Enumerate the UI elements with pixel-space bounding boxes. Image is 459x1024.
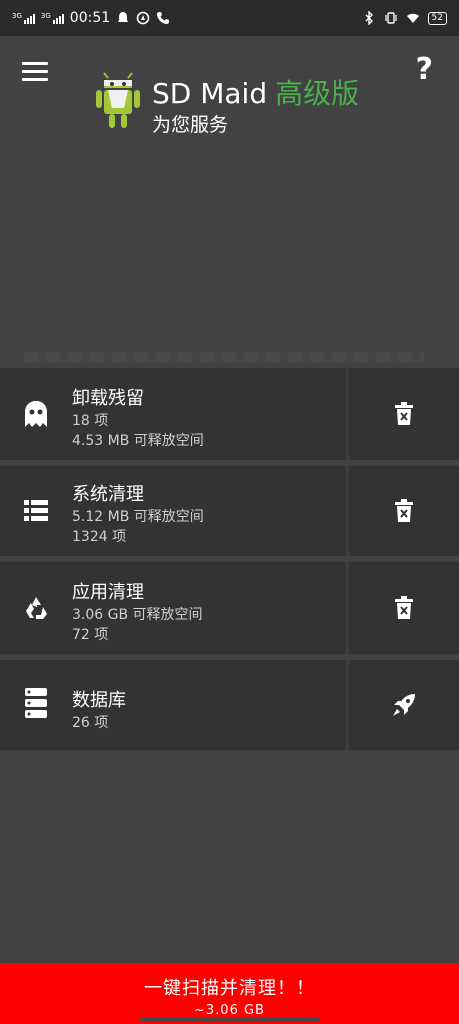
- tool-name: 系统清理: [72, 484, 144, 505]
- tool-count: 1324 项: [72, 529, 127, 545]
- bluetooth-icon: [365, 11, 373, 25]
- tool-name: 应用清理: [72, 582, 144, 603]
- status-bar: 3G 3G 00:51 52: [0, 0, 459, 36]
- tool-name: 数据库: [72, 690, 126, 711]
- signal-icon: 3G: [12, 12, 35, 24]
- tool-row-appcleaner: 应用清理 3.06 GB 可释放空间 72 项: [0, 562, 459, 654]
- trash-icon: [395, 402, 413, 425]
- wifi-icon: [406, 13, 419, 23]
- navigation-handle[interactable]: [140, 1018, 320, 1022]
- delete-button[interactable]: [349, 368, 459, 460]
- scan-and-clean-button[interactable]: 一键扫描并清理！！ ~3.06 GB: [0, 963, 459, 1024]
- edition-label: 高级版: [275, 77, 360, 110]
- tool-row-systemcleaner: 系统清理 5.12 MB 可释放空间 1324 项: [0, 466, 459, 556]
- list-icon: [22, 497, 50, 525]
- tool-corpsefinder[interactable]: 卸载残留 18 项 4.53 MB 可释放空间: [0, 368, 346, 460]
- scan-size: ~3.06 GB: [194, 1003, 265, 1018]
- ghost-icon: [22, 400, 50, 428]
- optimize-button[interactable]: [349, 660, 459, 750]
- menu-icon: [22, 62, 48, 65]
- battery-icon: 52: [427, 11, 447, 25]
- tool-systemcleaner[interactable]: 系统清理 5.12 MB 可释放空间 1324 项: [0, 466, 346, 556]
- vpn-icon: [136, 11, 150, 25]
- app-logo-icon: [96, 72, 140, 128]
- tool-row-databases: 数据库 26 项: [0, 660, 459, 750]
- status-left: 3G 3G 00:51: [12, 10, 170, 26]
- tool-appcleaner[interactable]: 应用清理 3.06 GB 可释放空间 72 项: [0, 562, 346, 654]
- trash-icon: [395, 499, 413, 522]
- vibrate-icon: [384, 12, 397, 24]
- tool-size: 3.06 GB 可释放空间: [72, 607, 203, 623]
- app-title: SD Maid 高级版: [152, 72, 359, 112]
- call-icon: [157, 12, 170, 24]
- tool-count: 72 项: [72, 627, 109, 643]
- scan-label: 一键扫描并清理！！: [144, 978, 315, 999]
- tool-size: 4.53 MB 可释放空间: [72, 433, 204, 449]
- menu-button[interactable]: [22, 62, 48, 82]
- tool-count: 18 项: [72, 413, 109, 429]
- tool-databases[interactable]: 数据库 26 项: [0, 660, 346, 750]
- recycle-icon: [22, 594, 50, 622]
- app-header: SD Maid 高级版 为您服务 ?: [0, 36, 459, 146]
- delete-button[interactable]: [349, 466, 459, 556]
- signal-icon: 3G: [41, 12, 64, 24]
- tool-count: 26 项: [72, 715, 109, 731]
- background-shadow: [24, 352, 424, 362]
- tool-name: 卸载残留: [72, 388, 144, 409]
- status-right: 52: [362, 11, 447, 25]
- app-name: SD Maid: [152, 77, 268, 110]
- app-subtitle: 为您服务: [152, 114, 229, 136]
- clock: 00:51: [69, 10, 111, 26]
- tool-row-corpsefinder: 卸载残留 18 项 4.53 MB 可释放空间: [0, 368, 459, 460]
- delete-button[interactable]: [349, 562, 459, 654]
- database-icon: [22, 688, 50, 718]
- tool-size: 5.12 MB 可释放空间: [72, 509, 204, 525]
- rocket-icon: [393, 694, 415, 716]
- help-button[interactable]: ?: [416, 52, 433, 87]
- trash-icon: [395, 596, 413, 619]
- notification-icon: [118, 12, 129, 22]
